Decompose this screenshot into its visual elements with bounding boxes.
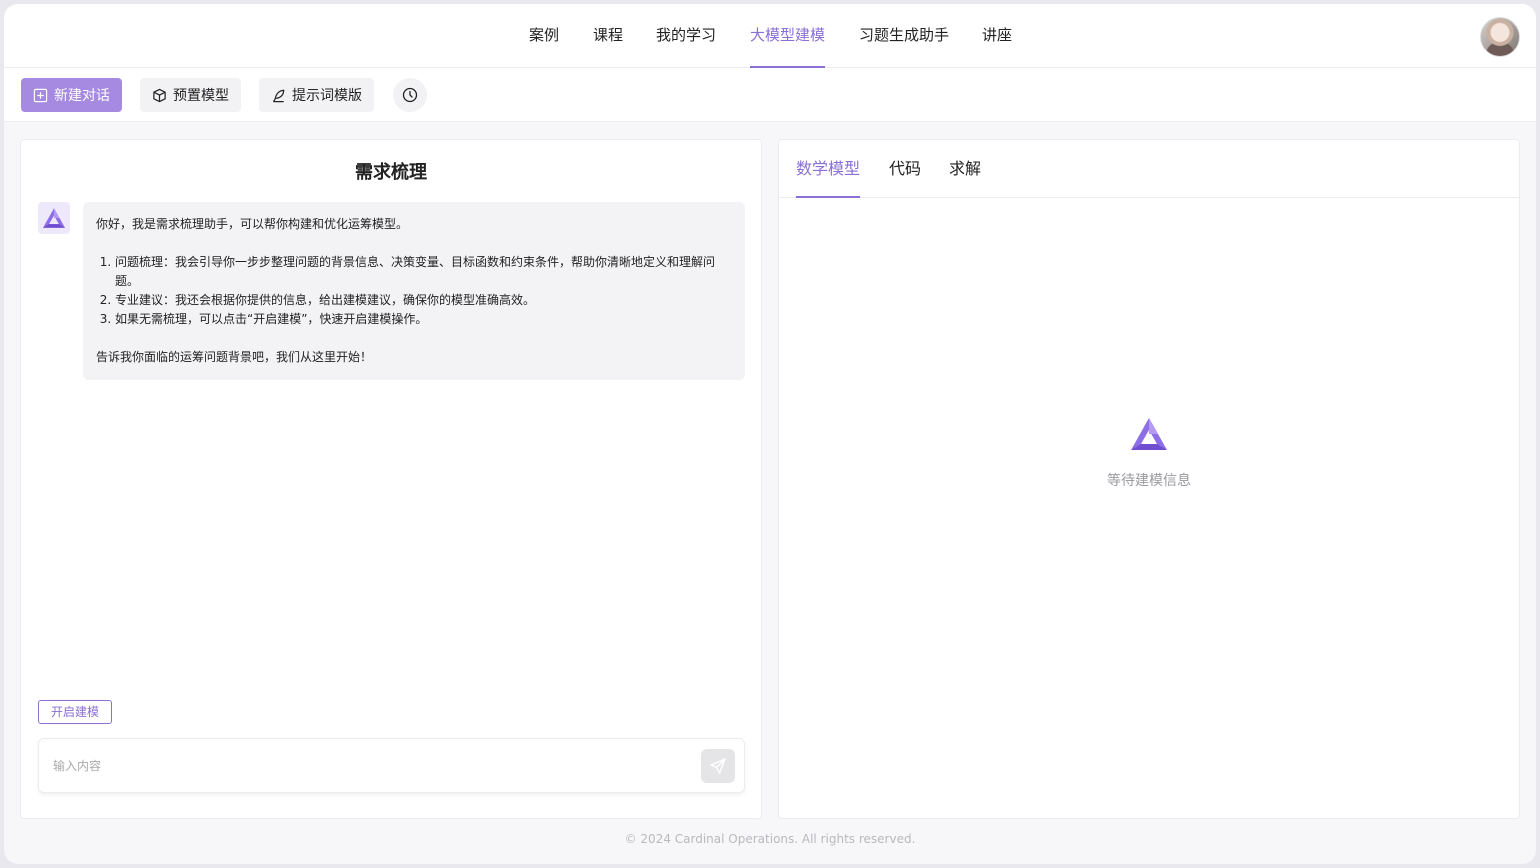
top-nav: 案例 课程 我的学习 大模型建模 习题生成助手 讲座: [4, 4, 1536, 68]
result-panel: 数学模型 代码 求解 等待建模信息: [778, 139, 1520, 819]
logo-triangle-icon: [1131, 418, 1167, 450]
nav-item-llm-modeling[interactable]: 大模型建模: [750, 4, 826, 68]
user-avatar[interactable]: [1480, 17, 1520, 57]
chat-panel: 需求梳理 你好，我是需求梳理助手，可以帮你构建和优化运筹模型。 问题梳理：我会引…: [20, 139, 762, 819]
nav-item-exercise-generator[interactable]: 习题生成助手: [859, 4, 949, 68]
plus-square-icon: [33, 88, 48, 102]
tab-math-model[interactable]: 数学模型: [796, 140, 861, 198]
list-item: 专业建议：我还会根据你提供的信息，给出建模建议，确保你的模型准确高效。: [115, 291, 732, 310]
start-modeling-button[interactable]: 开启建模: [38, 700, 113, 724]
tab-code[interactable]: 代码: [889, 140, 921, 198]
chat-input-box: [38, 738, 745, 793]
nav-item-lectures[interactable]: 讲座: [982, 4, 1012, 68]
history-button[interactable]: [393, 78, 427, 112]
new-chat-button[interactable]: 新建对话: [21, 78, 122, 112]
empty-state: 等待建模信息: [779, 416, 1519, 490]
list-item: 如果无需梳理，可以点击“开启建模”，快速开启建模操作。: [115, 310, 732, 329]
chat-title: 需求梳理: [355, 162, 427, 183]
prompt-template-button[interactable]: 提示词模版: [259, 78, 374, 112]
app-window: 案例 课程 我的学习 大模型建模 习题生成助手 讲座 新建对话 预置模型 提示词…: [4, 4, 1536, 864]
message-intro: 你好，我是需求梳理助手，可以帮你构建和优化运筹模型。: [96, 217, 409, 231]
cube-icon: [153, 88, 166, 102]
list-item: 问题梳理：我会引导你一步步整理问题的背景信息、决策变量、目标函数和约束条件，帮助…: [115, 253, 732, 291]
empty-state-text: 等待建模信息: [1107, 473, 1191, 489]
toolbar: 新建对话 预置模型 提示词模版: [4, 68, 1536, 122]
tab-solve[interactable]: 求解: [949, 140, 981, 198]
result-tabs: 数学模型 代码 求解: [779, 140, 1519, 198]
bot-avatar: [38, 202, 70, 234]
preset-model-label: 预置模型: [173, 88, 229, 104]
message-list: 问题梳理：我会引导你一步步整理问题的背景信息、决策变量、目标函数和约束条件，帮助…: [115, 253, 732, 329]
logo-triangle-icon: [43, 208, 65, 228]
chat-input[interactable]: [53, 753, 683, 779]
footer-copyright: © 2024 Cardinal Operations. All rights r…: [624, 832, 916, 846]
clock-icon: [402, 87, 418, 103]
prompt-template-label: 提示词模版: [292, 88, 362, 104]
nav-item-courses[interactable]: 课程: [593, 4, 623, 68]
feather-pen-icon: [273, 89, 285, 102]
new-chat-label: 新建对话: [54, 88, 110, 104]
send-button[interactable]: [701, 749, 735, 783]
message-outro: 告诉我你面临的运筹问题背景吧，我们从这里开始！: [96, 350, 373, 364]
preset-model-button[interactable]: 预置模型: [140, 78, 241, 112]
assistant-message: 你好，我是需求梳理助手，可以帮你构建和优化运筹模型。 问题梳理：我会引导你一步步…: [83, 202, 745, 380]
nav-item-cases[interactable]: 案例: [529, 4, 559, 68]
send-icon: [710, 758, 726, 774]
nav-item-my-learning[interactable]: 我的学习: [656, 4, 716, 68]
